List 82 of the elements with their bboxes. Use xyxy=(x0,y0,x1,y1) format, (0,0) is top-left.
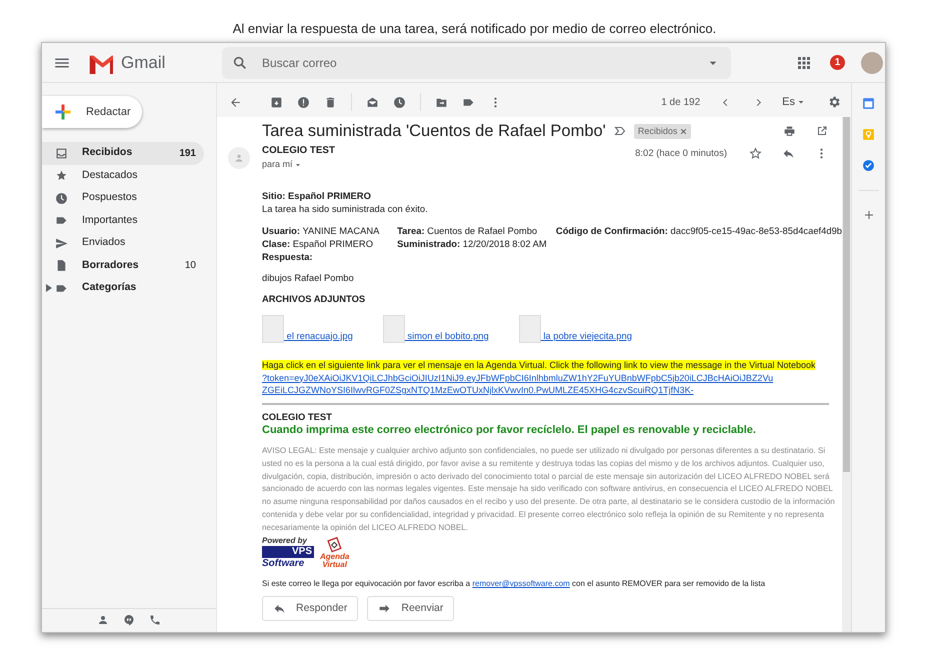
email-link[interactable]: remover@vpssoftware.com xyxy=(472,579,570,588)
print-icon[interactable] xyxy=(783,124,796,138)
sidebar-item[interactable]: Categorías xyxy=(42,277,204,300)
search-bar[interactable]: Buscar correo xyxy=(222,46,731,78)
item-count: 191 xyxy=(179,146,197,161)
sidebar-item[interactable]: Destacados xyxy=(42,164,204,187)
legal-notice: AVISO LEGAL: Este mensaje y cualquier archivo adjunto son confidenciales, no puede ser utilizado ni divulgado por personas diferentes a su destinatario. Si usted no es la persona a la cual está dirigido, por favor avise a su remitente y destruya todas las copias del mismo y de los archivos adjuntos. Cualquier uso, divulgación, copia, distribución, impresión o acto derivado del conocimiento total o parcial de este mensaje sin autorización del LICEO ALFREDO NOBEL será sancionado de acuerdo con las normas legales vigentes. Este mensaje ha sido verificado con software antivirus, en consecuencia el LICEO ALFREDO NOBEL no asume ninguna responsabilidad por daños causados en el recibo y uso del presente. De otra parte, al destinatario se le considera custodio de la información contenida y debe velar por su confidencialidad, integridad y privacidad. El presente correo electrónico solo refleja la opinión de su Remitente y no representa necesariamente la opinión del LICEO ALFREDO NOBEL. xyxy=(262,444,836,534)
remove-label-icon[interactable] xyxy=(680,128,688,135)
settings-icon[interactable] xyxy=(827,95,841,109)
attachment-link[interactable]: el renacuajo.jpg xyxy=(284,330,353,343)
phone-icon[interactable] xyxy=(149,614,161,626)
report-icon[interactable] xyxy=(297,96,310,108)
agenda-virtual-text: Agenda Virtual xyxy=(320,553,350,570)
file-icon xyxy=(55,259,68,272)
compose-button[interactable]: Redactar xyxy=(42,96,142,128)
answer-text: dibujos Rafael Pombo xyxy=(262,272,355,285)
label-chip[interactable]: Recibidos xyxy=(634,124,692,140)
attachment-link[interactable]: simon el bobito.png xyxy=(404,330,489,343)
field-text: Clase: Español PRIMERO xyxy=(262,238,374,251)
field-text: Usuario: YANINE MACANA xyxy=(262,224,380,238)
message-subject: Tarea suministrada 'Cuentos de Rafael Pombo' xyxy=(262,121,606,142)
sidebar-item[interactable]: Pospuestos xyxy=(42,187,204,210)
powered-by-text: Powered by xyxy=(262,537,308,546)
language-dropdown[interactable]: Es xyxy=(782,94,807,110)
plus-icon[interactable] xyxy=(862,209,874,221)
sidebar-item[interactable]: Enviados xyxy=(42,232,204,254)
clock-icon[interactable] xyxy=(393,96,406,108)
field-text: Tarea: Cuentos de Rafael Pombo xyxy=(397,224,538,238)
reply-button[interactable]: Responder xyxy=(262,596,358,622)
inbox-icon xyxy=(55,146,68,160)
person-icon[interactable] xyxy=(97,614,109,626)
thumbnail-placeholder xyxy=(518,314,541,343)
scrollbar-track[interactable] xyxy=(842,117,851,632)
item-count: 10 xyxy=(184,259,197,274)
status-text: La tarea ha sido suministrada con éxito. xyxy=(262,202,429,216)
importance-marker-icon[interactable] xyxy=(614,125,626,138)
pager-text: 1 de 192 xyxy=(661,96,700,110)
field-text: Respuesta: xyxy=(262,250,314,264)
forward-button[interactable]: Reenviar xyxy=(367,596,454,622)
vps-logo: VPS xyxy=(262,546,314,558)
school-name: COLEGIO TEST xyxy=(262,410,333,424)
sender-avatar-icon xyxy=(228,146,250,169)
field-text: Suministrado: 12/20/2018 8:02 AM xyxy=(397,238,548,251)
archive-icon[interactable] xyxy=(270,96,283,108)
thumbnail-placeholder xyxy=(262,314,284,343)
sidebar-item[interactable]: Recibidos 191 xyxy=(42,142,204,164)
star-icon[interactable] xyxy=(749,146,762,160)
sender-name: COLEGIO TEST xyxy=(262,144,335,158)
chat-bubble-icon[interactable] xyxy=(123,614,135,626)
back-arrow-icon[interactable] xyxy=(229,96,242,108)
send-icon xyxy=(55,236,68,250)
calendar-icon[interactable] xyxy=(862,97,875,110)
plus-icon xyxy=(54,103,72,121)
agenda-book-icon xyxy=(326,537,343,554)
scrollbar-thumb[interactable] xyxy=(843,117,850,472)
unsubscribe-text: Si este correo le llega por equivocación por favor escriba a remover@vpssoftware.com con el asunto REMOVER para ser removido de la lista xyxy=(262,578,766,590)
expand-caret-icon[interactable] xyxy=(46,284,52,292)
software-text: Software xyxy=(262,559,306,570)
clock-icon xyxy=(55,192,68,205)
checkmark-circle-icon[interactable] xyxy=(862,159,875,172)
star-icon xyxy=(55,169,68,182)
open-in-new-window-icon[interactable] xyxy=(816,125,828,138)
folder-icon[interactable] xyxy=(435,96,448,108)
sidebar-item[interactable]: Borradores 10 xyxy=(42,254,204,277)
token-link[interactable]: ?token=eyJ0eXAiOiJKV1QiLCJhbGciOiJIUzI1NiJ9.eyJFbWFpbCI6InlhbmluZW1hY2FuYUBnbWFpbC5jb20iLCJBcHAiOiJBZ2Vu ZGEiLCJGZWNoYSI6IlwvRGF0ZSgxNTQ1MzEwOTUxNjlxKVwvIn0.PwUMLZE45XHG4czvScuiRQ1TjfN3K- xyxy=(262,372,774,396)
label-chip-text: Recibidos xyxy=(638,124,678,138)
field-text: Código de Confirmación: dacc9f05-ce15-49ac-8e53-85d4caef4d9b xyxy=(556,224,842,238)
message-time: 8:02 (hace 0 minutos) xyxy=(635,146,727,161)
attachment-link[interactable]: la pobre viejecita.png xyxy=(540,330,632,343)
logo-text: Gmail xyxy=(121,52,166,74)
recycle-note: Cuando imprima este correo electrónico por favor recíclelo. El papel es renovable y reciclable. xyxy=(262,423,757,438)
site-heading: Sitio: Español PRIMERO xyxy=(262,190,372,203)
notification-badge[interactable]: 1 xyxy=(830,55,845,70)
caption-text: Al enviar la respuesta de una tarea, será notificado por medio de correo electrónico. xyxy=(232,20,716,38)
envelope-icon[interactable] xyxy=(366,96,379,108)
search-field[interactable]: Buscar correo xyxy=(260,52,693,72)
search-icon[interactable] xyxy=(232,54,248,70)
attachments-heading: ARCHIVOS ADJUNTOS xyxy=(262,292,366,306)
thumbnail-placeholder xyxy=(382,314,405,343)
trash-icon[interactable] xyxy=(324,96,337,108)
sidebar-item[interactable]: Importantes xyxy=(42,210,204,232)
recipient-dropdown[interactable]: para mí xyxy=(262,158,335,172)
